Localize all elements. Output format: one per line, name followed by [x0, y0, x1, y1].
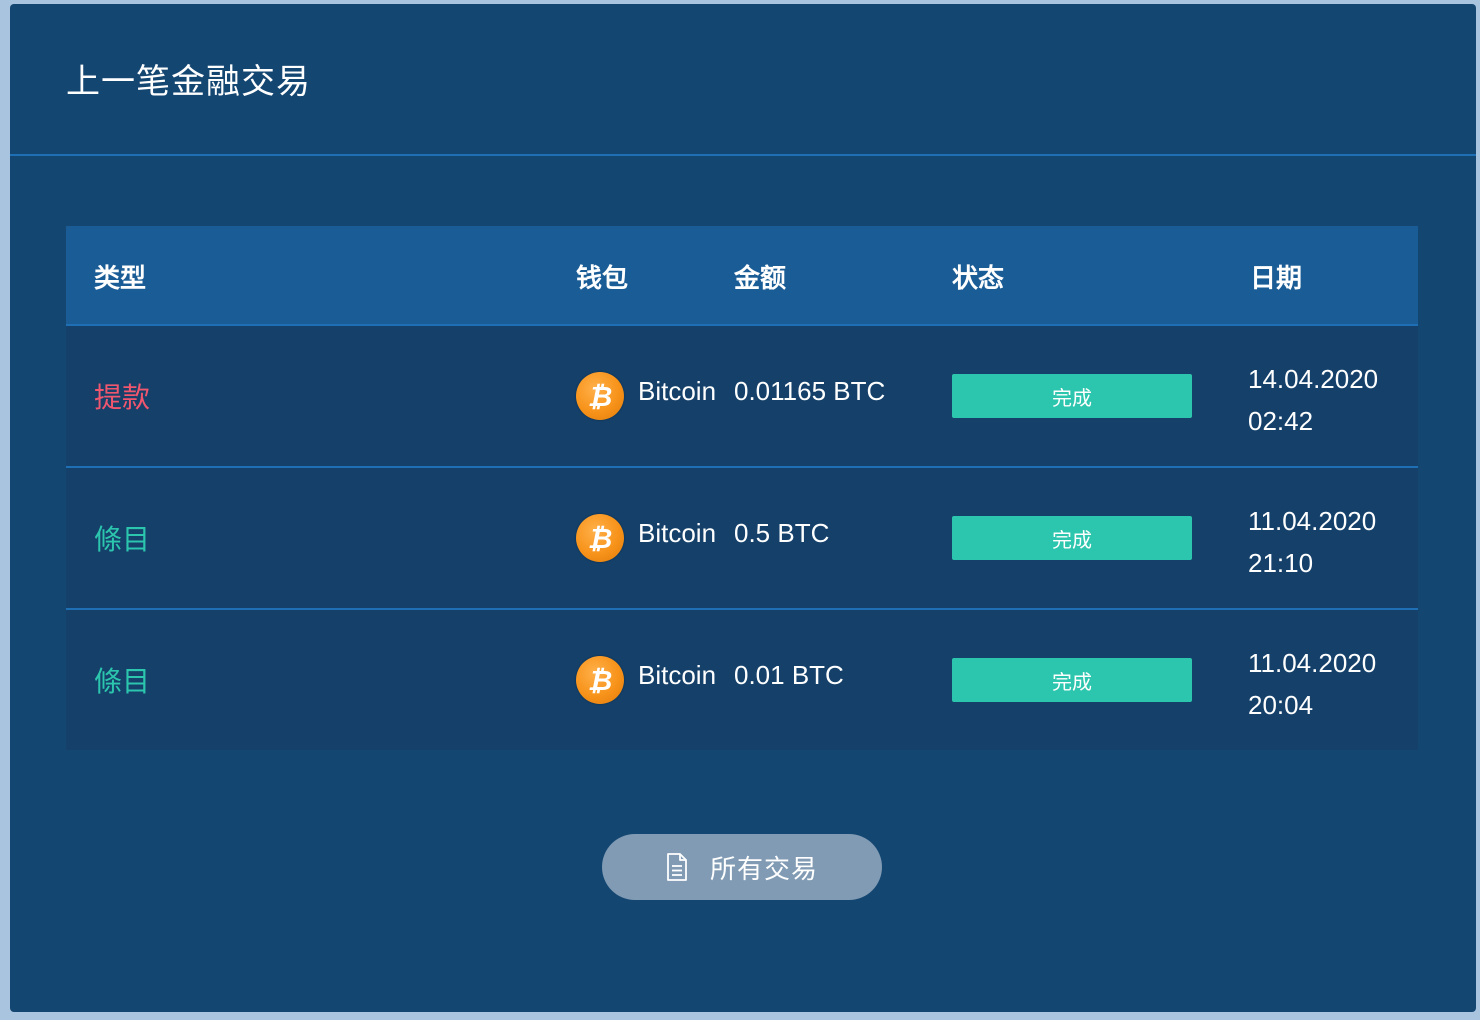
transaction-amount: 0.01 BTC	[734, 660, 844, 690]
status-badge: 完成	[952, 516, 1192, 560]
column-header-status: 状态	[952, 264, 1005, 294]
transaction-type: 提款	[94, 381, 151, 414]
column-header-date: 日期	[1250, 264, 1303, 294]
table-header: 类型 钱包 金额 状态 日期	[66, 226, 1418, 326]
transactions-panel: 上一笔金融交易 类型 钱包 金额 状态 日期 提款 ₿ Bitcoin 0.01…	[10, 4, 1476, 1012]
transaction-datetime: 11.04.2020 20:04	[1248, 642, 1376, 726]
bitcoin-icon: ₿	[576, 514, 624, 562]
wallet-name: Bitcoin	[638, 376, 717, 406]
transaction-time: 02:42	[1248, 406, 1314, 436]
table-row[interactable]: 條目 ₿ Bitcoin 0.01 BTC 完成 11.04.2020 20:0…	[66, 610, 1418, 750]
transaction-time: 20:04	[1248, 690, 1314, 720]
panel-title: 上一笔金融交易	[66, 62, 311, 102]
transactions-table: 类型 钱包 金额 状态 日期 提款 ₿ Bitcoin 0.01165 BTC …	[66, 226, 1418, 750]
bitcoin-icon: ₿	[576, 656, 624, 704]
status-badge: 完成	[952, 658, 1192, 702]
status-badge: 完成	[952, 374, 1192, 418]
table-row[interactable]: 條目 ₿ Bitcoin 0.5 BTC 完成 11.04.2020 21:10	[66, 468, 1418, 610]
wallet-name: Bitcoin	[638, 518, 717, 548]
column-header-amount: 金额	[734, 264, 787, 294]
table-row[interactable]: 提款 ₿ Bitcoin 0.01165 BTC 完成 14.04.2020 0…	[66, 326, 1418, 468]
all-transactions-label: 所有交易	[709, 854, 818, 885]
panel-header: 上一笔金融交易	[10, 4, 1476, 156]
document-icon	[667, 853, 687, 881]
transaction-type: 條目	[94, 665, 151, 698]
transaction-date: 11.04.2020	[1248, 506, 1377, 536]
transaction-date: 11.04.2020	[1248, 648, 1377, 678]
transaction-type: 條目	[94, 523, 151, 556]
transaction-datetime: 14.04.2020 02:42	[1248, 358, 1378, 442]
transaction-amount: 0.5 BTC	[734, 518, 830, 548]
all-transactions-button[interactable]: 所有交易	[602, 834, 882, 900]
transaction-time: 21:10	[1248, 548, 1314, 578]
transaction-datetime: 11.04.2020 21:10	[1248, 500, 1376, 584]
transaction-amount: 0.01165 BTC	[734, 376, 886, 406]
wallet-name: Bitcoin	[638, 660, 717, 690]
transaction-date: 14.04.2020	[1248, 364, 1379, 394]
column-header-type: 类型	[94, 264, 147, 294]
bitcoin-icon: ₿	[576, 372, 624, 420]
column-header-wallet: 钱包	[576, 264, 629, 294]
